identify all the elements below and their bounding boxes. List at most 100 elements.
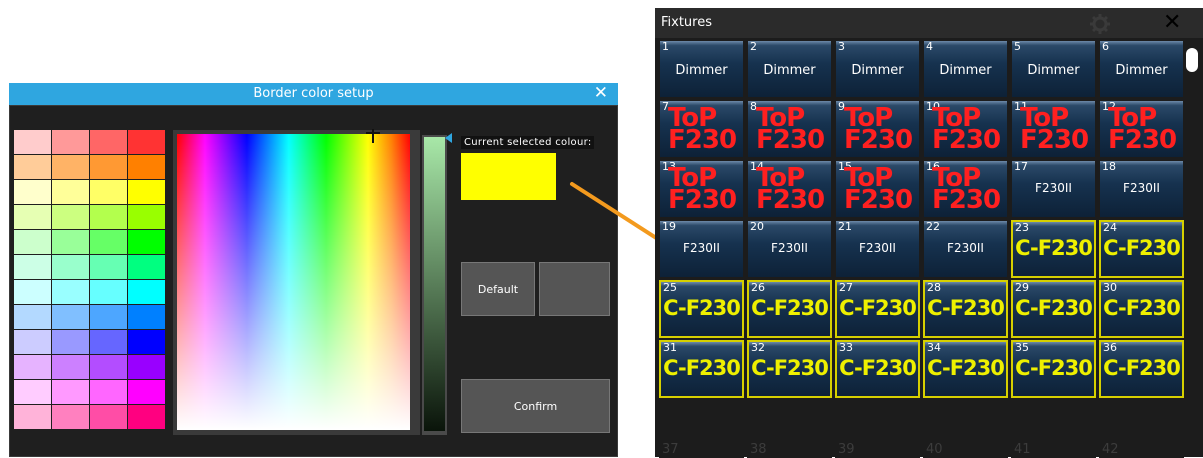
fixture-cell[interactable]: 4 Dimmer [923,40,1008,98]
color-swatch[interactable] [52,330,89,354]
fixture-cell[interactable]: 23 C-F230 [1011,220,1096,278]
scrollbar[interactable] [1186,40,1200,450]
color-swatch[interactable] [52,355,89,379]
color-swatch[interactable] [128,205,165,229]
fixture-cell[interactable]: 15 ToP F230 [835,160,920,218]
fixture-cell[interactable]: 25 C-F230 [659,280,744,338]
fixture-cell[interactable]: 9 ToP F230 [835,100,920,158]
fixture-cell[interactable]: 37 [659,400,744,458]
color-swatch[interactable] [14,130,51,154]
fixture-cell[interactable]: 18 F230II [1099,160,1184,218]
color-swatch[interactable] [14,380,51,404]
fixture-cell[interactable]: 20 F230II [747,220,832,278]
color-swatch[interactable] [128,380,165,404]
fixture-cell[interactable]: 24 C-F230 [1099,220,1184,278]
color-swatch[interactable] [14,205,51,229]
fixture-cell[interactable]: 29 C-F230 [1011,280,1096,338]
color-swatch[interactable] [90,255,127,279]
fixture-cell[interactable]: 8 ToP F230 [747,100,832,158]
color-swatch[interactable] [128,130,165,154]
color-swatch[interactable] [128,230,165,254]
fixture-cell[interactable]: 42 [1099,400,1184,458]
color-swatch[interactable] [52,230,89,254]
fixture-cell[interactable]: 33 C-F230 [835,340,920,398]
fixture-cell[interactable]: 34 C-F230 [923,340,1008,398]
fixture-cell[interactable]: 30 C-F230 [1099,280,1184,338]
color-swatch[interactable] [14,180,51,204]
slider-marker-icon[interactable] [445,133,452,143]
color-swatch[interactable] [52,130,89,154]
fixture-cell[interactable]: 22 F230II [923,220,1008,278]
picker-crosshair-icon[interactable] [366,129,380,143]
color-swatch[interactable] [90,405,127,429]
default-button[interactable]: Default [461,262,535,316]
gear-icon[interactable] [1089,13,1111,35]
color-swatch[interactable] [90,180,127,204]
fixture-cell[interactable]: 7 ToP F230 [659,100,744,158]
color-swatch[interactable] [14,280,51,304]
fixture-cell[interactable]: 16 ToP F230 [923,160,1008,218]
fixture-cell[interactable]: 26 C-F230 [747,280,832,338]
color-swatch[interactable] [90,330,127,354]
color-swatch[interactable] [128,330,165,354]
fixture-cell[interactable]: 28 C-F230 [923,280,1008,338]
fixture-cell[interactable]: 14 ToP F230 [747,160,832,218]
color-swatch[interactable] [52,180,89,204]
color-swatch[interactable] [128,305,165,329]
fixture-cell[interactable]: 11 ToP F230 [1011,100,1096,158]
color-swatch[interactable] [52,255,89,279]
color-swatch[interactable] [90,380,127,404]
color-swatch[interactable] [14,355,51,379]
fixture-cell[interactable]: 1 Dimmer [659,40,744,98]
color-swatch[interactable] [52,305,89,329]
color-swatch[interactable] [52,380,89,404]
fixture-cell[interactable]: 12 ToP F230 [1099,100,1184,158]
color-swatch[interactable] [52,205,89,229]
color-swatch[interactable] [90,355,127,379]
fixture-cell[interactable]: 21 F230II [835,220,920,278]
color-swatch[interactable] [14,155,51,179]
fixture-cell[interactable]: 19 F230II [659,220,744,278]
color-swatch[interactable] [90,230,127,254]
fixture-cell[interactable]: 10 ToP F230 [923,100,1008,158]
color-swatch[interactable] [90,305,127,329]
color-swatch[interactable] [90,280,127,304]
scrollbar-thumb[interactable] [1186,48,1198,72]
blank-button[interactable] [539,262,610,316]
color-swatch[interactable] [14,305,51,329]
close-icon[interactable]: ✕ [1163,9,1181,37]
fixture-cell[interactable]: 6 Dimmer [1099,40,1184,98]
fixture-cell[interactable]: 35 C-F230 [1011,340,1096,398]
color-swatch[interactable] [52,155,89,179]
confirm-button[interactable]: Confirm [461,379,610,433]
fixture-cell[interactable]: 40 [923,400,1008,458]
fixture-cell[interactable]: 2 Dimmer [747,40,832,98]
hue-saturation-picker[interactable] [177,134,410,430]
color-swatch[interactable] [128,155,165,179]
fixture-cell[interactable]: 36 C-F230 [1099,340,1184,398]
fixture-cell[interactable]: 17 F230II [1011,160,1096,218]
color-swatch[interactable] [128,405,165,429]
color-swatch[interactable] [128,355,165,379]
fixture-cell[interactable]: 13 ToP F230 [659,160,744,218]
fixture-cell[interactable]: 39 [835,400,920,458]
fixture-cell[interactable]: 41 [1011,400,1096,458]
color-swatch[interactable] [90,130,127,154]
fixture-cell[interactable]: 38 [747,400,832,458]
close-icon[interactable]: ✕ [594,83,608,105]
color-swatch[interactable] [52,405,89,429]
color-swatch[interactable] [128,255,165,279]
color-swatch[interactable] [128,280,165,304]
color-swatch[interactable] [14,230,51,254]
fixture-cell[interactable]: 3 Dimmer [835,40,920,98]
color-swatch[interactable] [14,405,51,429]
fixture-cell[interactable]: 31 C-F230 [659,340,744,398]
fixture-cell[interactable]: 27 C-F230 [835,280,920,338]
fixture-cell[interactable]: 5 Dimmer [1011,40,1096,98]
color-swatch[interactable] [90,155,127,179]
color-swatch[interactable] [90,205,127,229]
color-swatch[interactable] [52,280,89,304]
color-swatch[interactable] [14,255,51,279]
brightness-slider[interactable] [424,137,445,431]
fixture-cell[interactable]: 32 C-F230 [747,340,832,398]
